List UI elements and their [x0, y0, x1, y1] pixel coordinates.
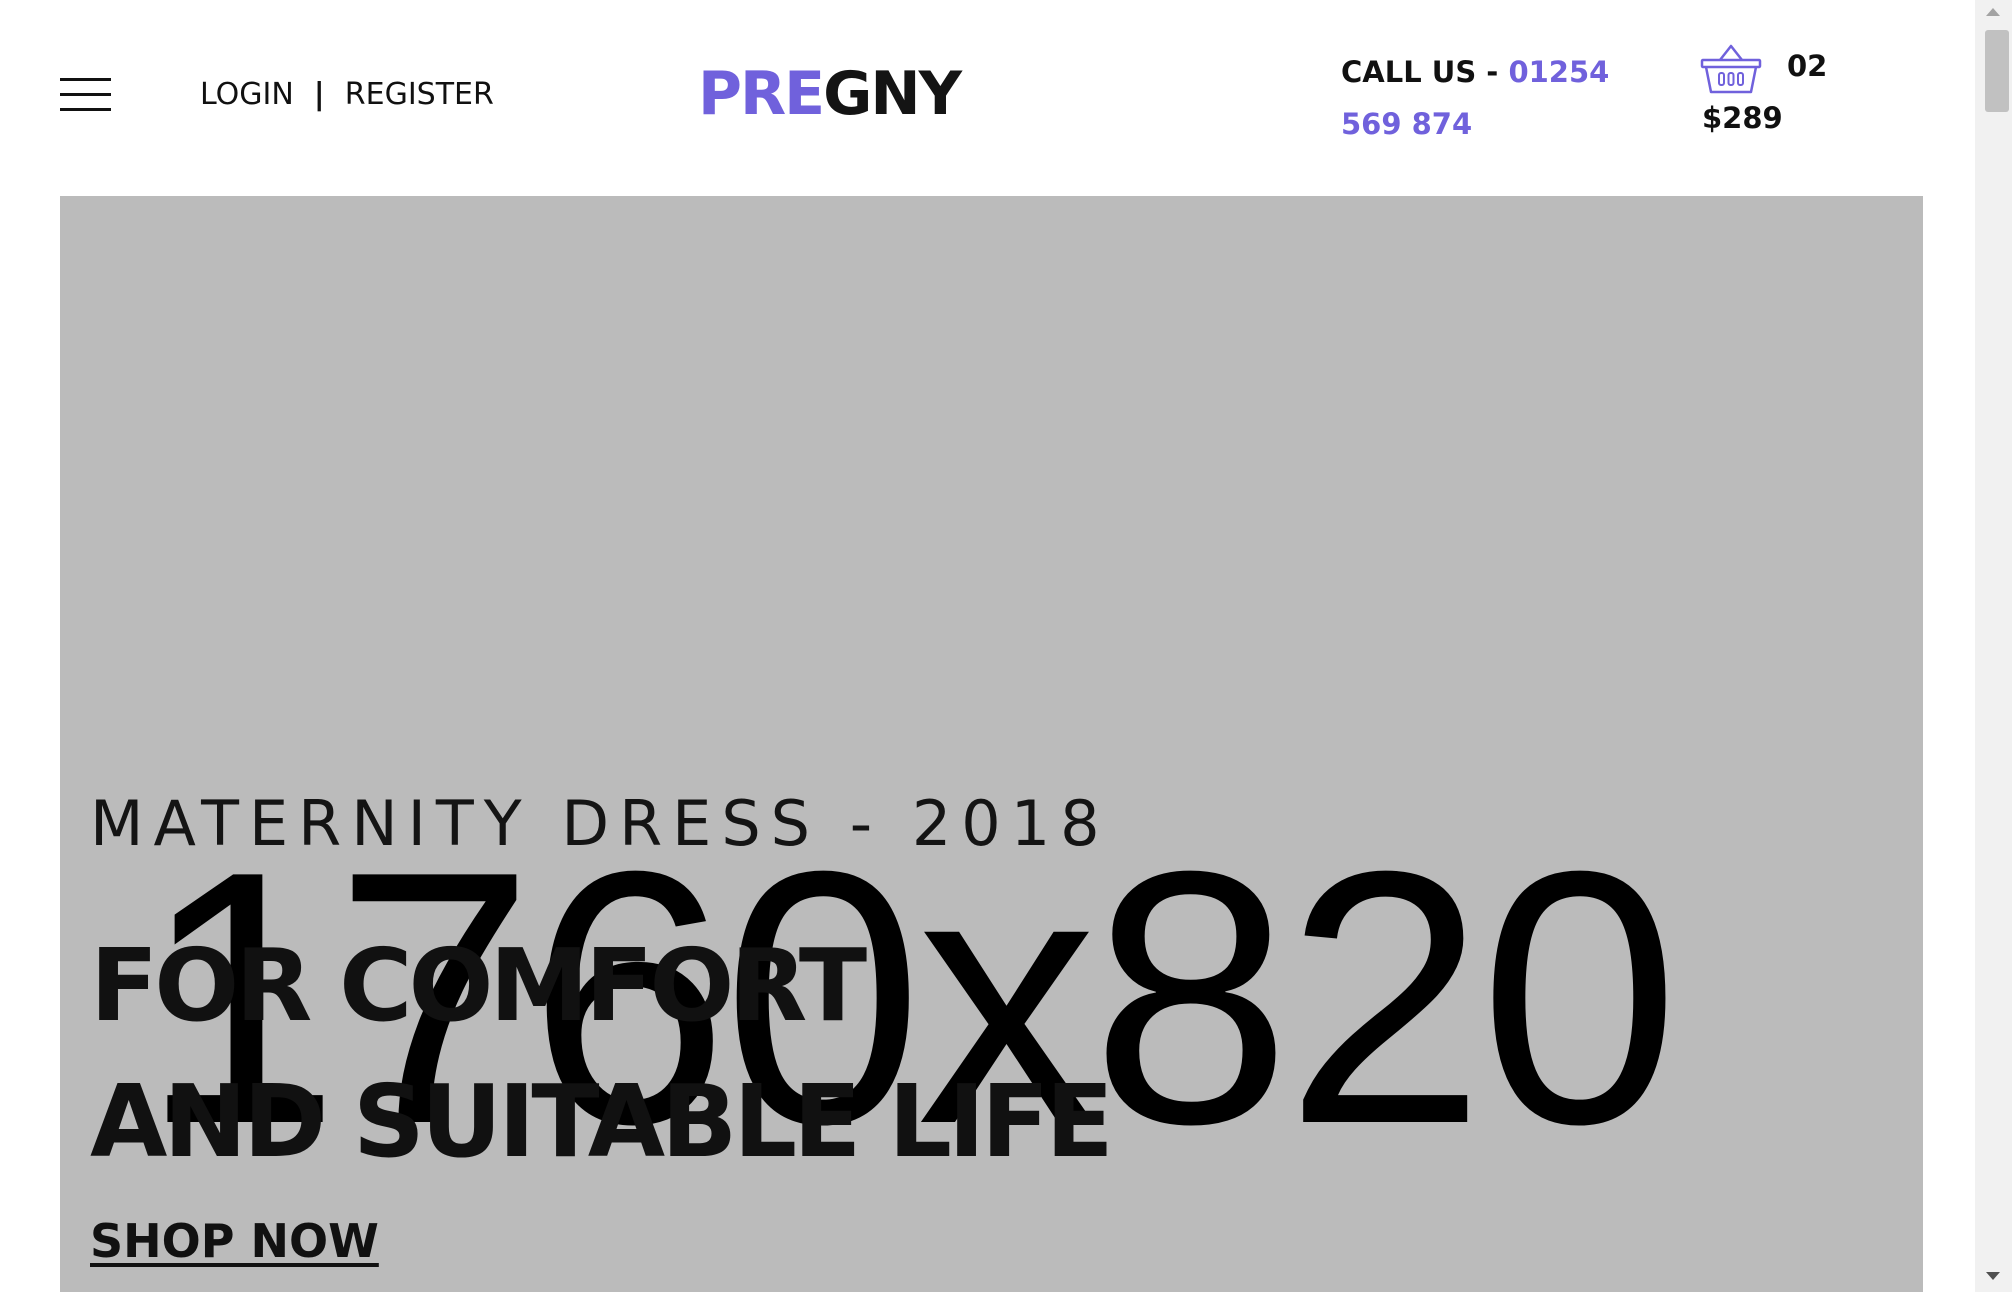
shop-now-link[interactable]: SHOP NOW [90, 1214, 379, 1268]
auth-separator: | [313, 76, 325, 112]
basket-svg [1700, 44, 1762, 94]
call-us-label: CALL US - [1341, 55, 1509, 89]
hero-title-line-2: AND SUITABLE LIFE [90, 1063, 1114, 1180]
cart-total-price: $289 [1702, 101, 1783, 135]
login-link[interactable]: LOGIN [200, 77, 294, 112]
scrollbar-thumb[interactable] [1985, 30, 2009, 112]
scroll-up-arrow-icon[interactable] [1986, 8, 2000, 16]
call-us-info: CALL US - 01254 569 874 [1341, 46, 1641, 150]
site-logo[interactable]: PREGNY [698, 58, 962, 130]
page: LOGIN | REGISTER PREGNY CALL US - 01254 … [0, 0, 2012, 1292]
logo-part-dark: GNY [823, 59, 962, 129]
site-header: LOGIN | REGISTER PREGNY CALL US - 01254 … [0, 0, 1975, 196]
hamburger-menu-icon[interactable] [60, 78, 111, 111]
hero-subtitle: MATERNITY DRESS - 2018 [90, 787, 1110, 860]
scroll-down-arrow-icon[interactable] [1986, 1272, 2000, 1280]
logo-part-accent: PRE [698, 59, 825, 129]
register-link[interactable]: REGISTER [345, 77, 494, 112]
menu-bar-middle [60, 93, 111, 96]
shopping-basket-icon[interactable] [1700, 42, 1762, 96]
cart-item-count: 02 [1787, 49, 1828, 83]
hero-title: FOR COMFORT AND SUITABLE LIFE [90, 918, 1114, 1190]
menu-bar-bottom [60, 108, 111, 111]
hero-banner: 1760x820 MATERNITY DRESS - 2018 FOR COMF… [60, 196, 1923, 1292]
hero-title-line-1: FOR COMFORT [90, 927, 867, 1044]
auth-links: LOGIN | REGISTER [200, 72, 494, 116]
menu-bar-top [60, 78, 111, 81]
vertical-scrollbar[interactable] [1975, 0, 2012, 1292]
